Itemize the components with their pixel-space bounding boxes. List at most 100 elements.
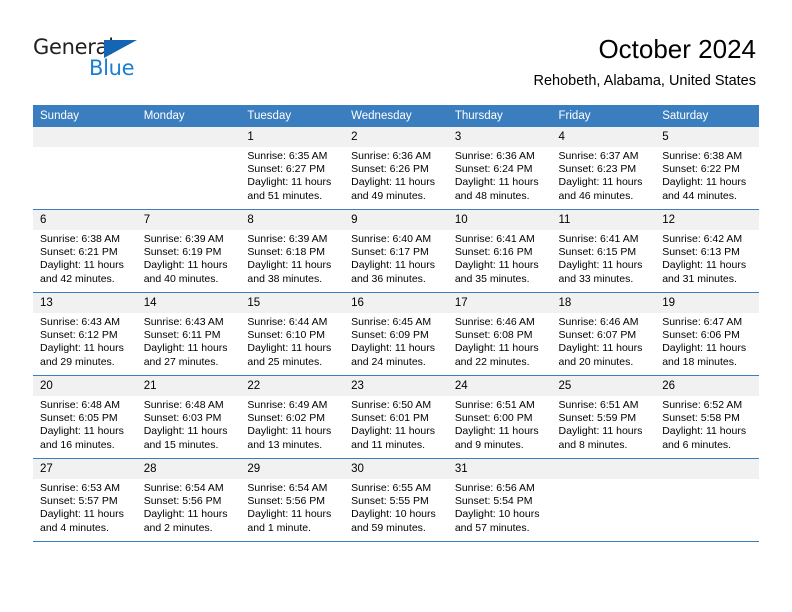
daylight-text-line2: and 4 minutes. xyxy=(40,521,109,534)
calendar-cell-inner: 27 Sunrise: 6:53 AM Sunset: 5:57 PM Dayligh… xyxy=(33,459,137,541)
calendar-cell-day[interactable]: 22 Sunrise: 6:49 AM Sunset: 6:02 PM Dayligh… xyxy=(240,375,345,459)
day-details: Sunrise: 6:38 AM Sunset: 6:21 PM Daylight:… xyxy=(33,230,137,286)
calendar-cell-day[interactable]: 30 Sunrise: 6:55 AM Sunset: 5:55 PM Dayligh… xyxy=(344,458,448,542)
calendar-cell-day[interactable]: 31 Sunrise: 6:56 AM Sunset: 5:54 PM Dayligh… xyxy=(447,458,552,542)
weekday-header-thursday: Thursday xyxy=(447,105,552,127)
calendar-cell-day[interactable]: 23 Sunrise: 6:50 AM Sunset: 6:01 PM Dayligh… xyxy=(344,375,448,459)
page-header: General Blue October 2024 Rehobeth, Alab… xyxy=(0,0,792,104)
weekday-header-tuesday: Tuesday xyxy=(240,105,345,127)
daylight-text-line2: and 49 minutes. xyxy=(351,189,426,202)
calendar-week-row: 13 Sunrise: 6:43 AM Sunset: 6:12 PM Dayligh… xyxy=(33,292,759,376)
sunset-text: Sunset: 6:01 PM xyxy=(351,412,429,425)
day-number: 25 xyxy=(551,376,656,396)
daylight-text-line2: and 51 minutes. xyxy=(247,189,323,202)
page-title: October 2024 xyxy=(598,34,756,64)
day-details: Sunrise: 6:37 AM Sunset: 6:23 PM Daylight:… xyxy=(552,147,656,203)
calendar-cell-day[interactable]: 14 Sunrise: 6:43 AM Sunset: 6:11 PM Dayligh… xyxy=(136,292,241,376)
calendar-cell-inner: 24 Sunrise: 6:51 AM Sunset: 6:00 PM Dayligh… xyxy=(447,376,552,458)
day-number: 9 xyxy=(344,210,448,230)
day-details: Sunrise: 6:43 AM Sunset: 6:12 PM Daylight:… xyxy=(33,313,137,369)
day-number: 18 xyxy=(551,293,656,313)
sunrise-text: Sunrise: 6:56 AM xyxy=(454,482,535,494)
daylight-text-line2: and 59 minutes. xyxy=(351,521,426,534)
daylight-text-line1: Daylight: 11 hours xyxy=(247,259,332,272)
calendar-cell-day[interactable]: 18 Sunrise: 6:46 AM Sunset: 6:07 PM Dayligh… xyxy=(551,292,656,376)
calendar-cell-day[interactable]: 16 Sunrise: 6:45 AM Sunset: 6:09 PM Dayligh… xyxy=(344,292,448,376)
sunset-text: Sunset: 5:56 PM xyxy=(143,495,222,508)
calendar-cell-inner: 1 Sunrise: 6:35 AM Sunset: 6:27 PM Daylight… xyxy=(240,127,345,209)
sunrise-text: Sunrise: 6:52 AM xyxy=(662,399,743,411)
day-number: 1 xyxy=(240,127,345,147)
calendar-cell-inner: 10 Sunrise: 6:41 AM Sunset: 6:16 PM Dayligh… xyxy=(447,210,552,292)
daylight-text-line1: Daylight: 11 hours xyxy=(454,342,539,355)
calendar-body: 1 Sunrise: 6:35 AM Sunset: 6:27 PM Daylight… xyxy=(33,127,759,542)
calendar-cell-day[interactable]: 5 Sunrise: 6:38 AM Sunset: 6:22 PM Daylight… xyxy=(655,127,759,210)
calendar-cell-day[interactable]: 7 Sunrise: 6:39 AM Sunset: 6:19 PM Daylight… xyxy=(136,209,241,293)
sunset-text: Sunset: 6:19 PM xyxy=(143,246,222,259)
calendar-cell-day[interactable]: 11 Sunrise: 6:41 AM Sunset: 6:15 PM Dayligh… xyxy=(551,209,656,293)
general-blue-logo[interactable]: General Blue xyxy=(33,36,153,84)
calendar-cell-day[interactable]: 28 Sunrise: 6:54 AM Sunset: 5:56 PM Dayligh… xyxy=(136,458,241,542)
day-number: 11 xyxy=(551,210,656,230)
daylight-text-line2: and 22 minutes. xyxy=(454,355,530,368)
sunrise-text: Sunrise: 6:36 AM xyxy=(454,150,535,162)
calendar-cell-day[interactable]: 19 Sunrise: 6:47 AM Sunset: 6:06 PM Dayligh… xyxy=(655,292,759,376)
day-details: Sunrise: 6:47 AM Sunset: 6:06 PM Daylight:… xyxy=(655,313,759,369)
weekday-header-wednesday: Wednesday xyxy=(344,105,448,127)
daylight-text-line1: Daylight: 11 hours xyxy=(143,508,228,521)
sunset-text: Sunset: 6:27 PM xyxy=(247,163,326,176)
day-number: 3 xyxy=(447,127,552,147)
day-details: Sunrise: 6:48 AM Sunset: 6:03 PM Daylight:… xyxy=(137,396,241,452)
daylight-text-line1: Daylight: 11 hours xyxy=(662,425,747,438)
sunset-text: Sunset: 6:15 PM xyxy=(558,246,637,259)
daylight-text-line2: and 46 minutes. xyxy=(558,189,634,202)
calendar-cell-day[interactable]: 12 Sunrise: 6:42 AM Sunset: 6:13 PM Dayligh… xyxy=(655,209,759,293)
calendar-week-row: 20 Sunrise: 6:48 AM Sunset: 6:05 PM Dayligh… xyxy=(33,375,759,459)
calendar-cell-day[interactable]: 27 Sunrise: 6:53 AM Sunset: 5:57 PM Dayligh… xyxy=(33,458,137,542)
daylight-text-line2: and 1 minute. xyxy=(247,521,312,534)
calendar-cell-day[interactable]: 29 Sunrise: 6:54 AM Sunset: 5:56 PM Dayligh… xyxy=(240,458,345,542)
day-details: Sunrise: 6:55 AM Sunset: 5:55 PM Daylight:… xyxy=(344,479,448,535)
calendar-cell-inner: 25 Sunrise: 6:51 AM Sunset: 5:59 PM Dayligh… xyxy=(551,376,656,458)
calendar-cell-inner: 5 Sunrise: 6:38 AM Sunset: 6:22 PM Daylight… xyxy=(655,127,759,209)
sunset-text: Sunset: 6:22 PM xyxy=(662,163,740,176)
calendar-cell-day[interactable]: 10 Sunrise: 6:41 AM Sunset: 6:16 PM Dayligh… xyxy=(447,209,552,293)
day-number: 19 xyxy=(655,293,759,313)
calendar-cell-day[interactable]: 9 Sunrise: 6:40 AM Sunset: 6:17 PM Daylight… xyxy=(344,209,448,293)
calendar-cell-empty xyxy=(655,458,759,542)
calendar-cell-inner: 2 Sunrise: 6:36 AM Sunset: 6:26 PM Daylight… xyxy=(344,127,448,209)
calendar-cell-inner xyxy=(655,459,759,541)
calendar-cell-inner: 12 Sunrise: 6:42 AM Sunset: 6:13 PM Dayligh… xyxy=(655,210,759,292)
calendar-cell-day[interactable]: 25 Sunrise: 6:51 AM Sunset: 5:59 PM Dayligh… xyxy=(551,375,656,459)
calendar-cell-day[interactable]: 17 Sunrise: 6:46 AM Sunset: 6:08 PM Dayligh… xyxy=(447,292,552,376)
calendar-cell-day[interactable]: 3 Sunrise: 6:36 AM Sunset: 6:24 PM Daylight… xyxy=(447,127,552,210)
calendar-cell-day[interactable]: 2 Sunrise: 6:36 AM Sunset: 6:26 PM Daylight… xyxy=(344,127,448,210)
day-number: 26 xyxy=(655,376,759,396)
day-details: Sunrise: 6:54 AM Sunset: 5:56 PM Daylight:… xyxy=(137,479,241,535)
daylight-text-line2: and 11 minutes. xyxy=(351,438,426,451)
calendar-cell-day[interactable]: 15 Sunrise: 6:44 AM Sunset: 6:10 PM Dayligh… xyxy=(240,292,345,376)
sunset-text: Sunset: 6:12 PM xyxy=(40,329,118,342)
calendar-cell-day[interactable]: 6 Sunrise: 6:38 AM Sunset: 6:21 PM Daylight… xyxy=(33,209,137,293)
calendar-week-row: 27 Sunrise: 6:53 AM Sunset: 5:57 PM Dayligh… xyxy=(33,458,759,542)
daylight-text-line2: and 25 minutes. xyxy=(247,355,323,368)
calendar-cell-day[interactable]: 8 Sunrise: 6:39 AM Sunset: 6:18 PM Daylight… xyxy=(240,209,345,293)
calendar-cell-day[interactable]: 24 Sunrise: 6:51 AM Sunset: 6:00 PM Dayligh… xyxy=(447,375,552,459)
calendar-cell-day[interactable]: 1 Sunrise: 6:35 AM Sunset: 6:27 PM Daylight… xyxy=(240,127,345,210)
calendar-cell-inner: 3 Sunrise: 6:36 AM Sunset: 6:24 PM Daylight… xyxy=(447,127,552,209)
sunrise-text: Sunrise: 6:43 AM xyxy=(143,316,224,328)
calendar-cell-day[interactable]: 26 Sunrise: 6:52 AM Sunset: 5:58 PM Dayligh… xyxy=(655,375,759,459)
day-number: 16 xyxy=(344,293,448,313)
calendar-cell-inner: 21 Sunrise: 6:48 AM Sunset: 6:03 PM Dayligh… xyxy=(136,376,241,458)
daylight-text-line1: Daylight: 11 hours xyxy=(558,425,643,438)
day-details: Sunrise: 6:51 AM Sunset: 6:00 PM Daylight:… xyxy=(448,396,552,452)
calendar-cell-inner: 16 Sunrise: 6:45 AM Sunset: 6:09 PM Dayligh… xyxy=(344,293,448,375)
calendar-cell-day[interactable]: 21 Sunrise: 6:48 AM Sunset: 6:03 PM Dayligh… xyxy=(136,375,241,459)
calendar-cell-day[interactable]: 20 Sunrise: 6:48 AM Sunset: 6:05 PM Dayligh… xyxy=(33,375,137,459)
calendar-week-row: 6 Sunrise: 6:38 AM Sunset: 6:21 PM Daylight… xyxy=(33,209,759,293)
sunrise-text: Sunrise: 6:51 AM xyxy=(558,399,639,411)
daylight-text-line1: Daylight: 11 hours xyxy=(662,342,747,355)
calendar-cell-inner: 26 Sunrise: 6:52 AM Sunset: 5:58 PM Dayligh… xyxy=(655,376,759,458)
calendar-cell-day[interactable]: 13 Sunrise: 6:43 AM Sunset: 6:12 PM Dayligh… xyxy=(33,292,137,376)
calendar-cell-day[interactable]: 4 Sunrise: 6:37 AM Sunset: 6:23 PM Daylight… xyxy=(551,127,656,210)
